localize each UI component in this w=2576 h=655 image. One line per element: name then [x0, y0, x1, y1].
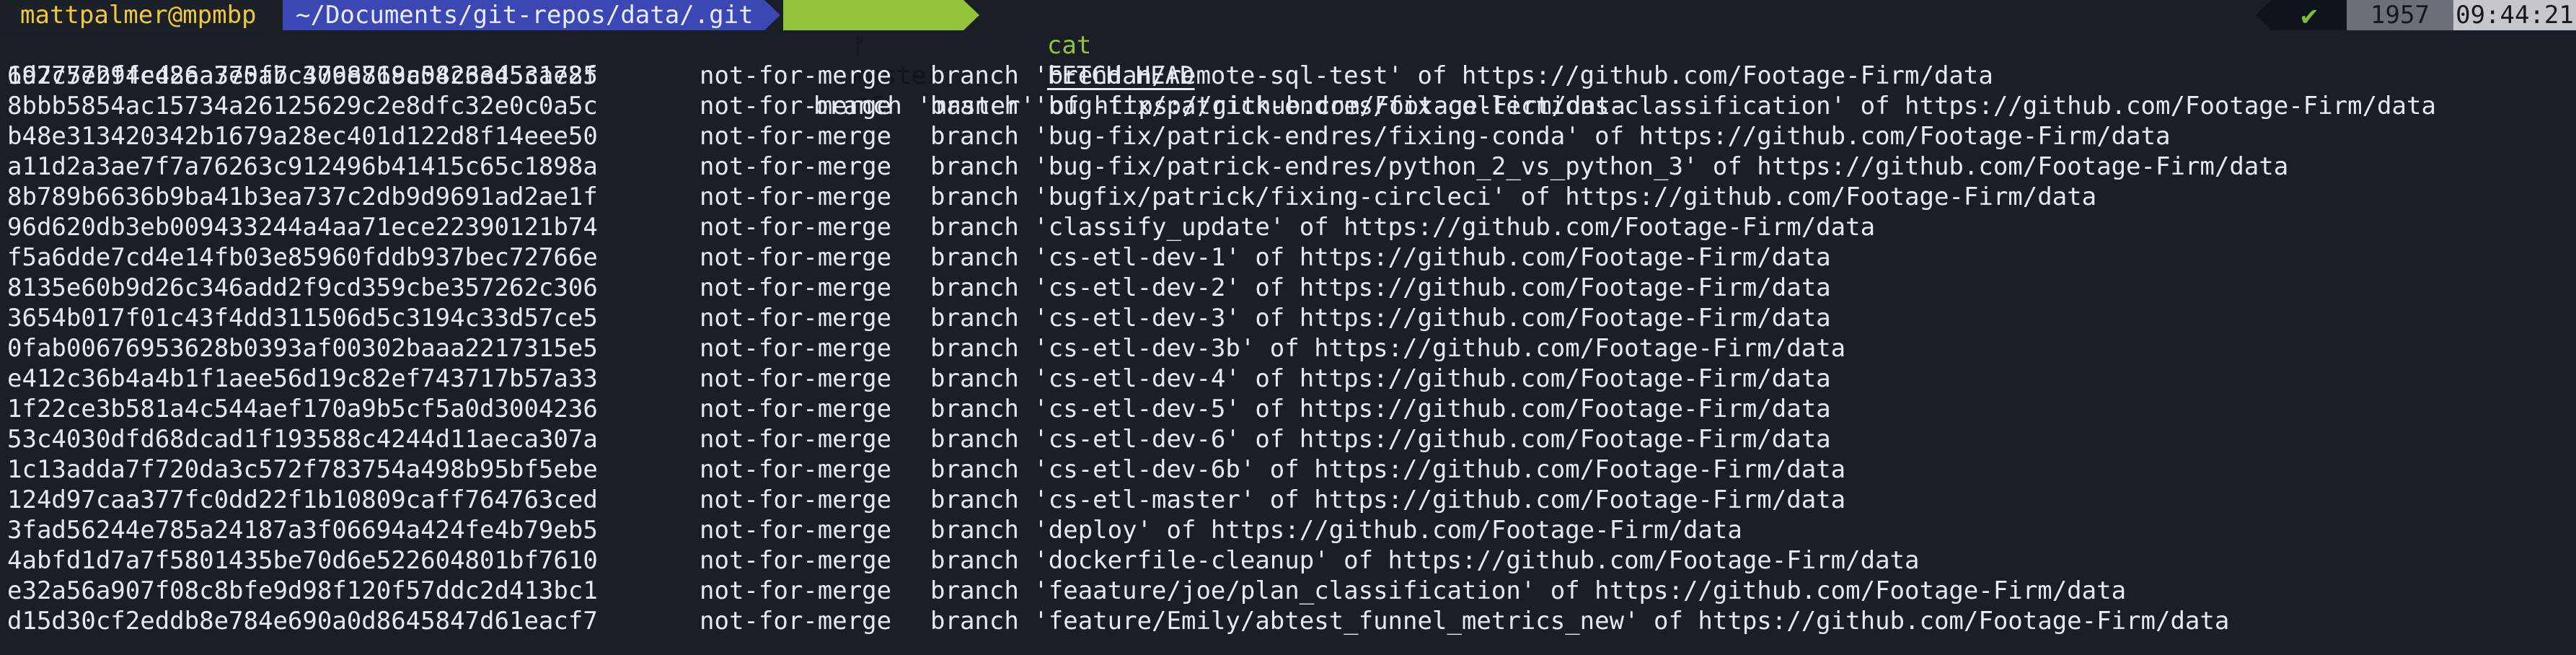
output-line: e32a56a907f08c8bfe9d98f120f57ddc2d413bc1…	[0, 576, 2576, 606]
branch-description: branch 'dockerfile-cleanup' of https://g…	[930, 546, 1920, 575]
output-line: 4abfd1d7a7f5801435be70d6e522604801bf7610…	[0, 545, 2576, 576]
commit-hash: 4abfd1d7a7f5801435be70d6e522604801bf7610	[7, 546, 598, 575]
output-line: b48e313420342b1679a28ec401d122d8f14eee50…	[0, 121, 2576, 151]
prompt-user-host: mattpalmer@mpmbp	[0, 0, 268, 30]
branch-description: branch 'cs-etl-dev-2' of https://github.…	[930, 273, 1831, 302]
exit-status-ok-icon: ✔	[2272, 0, 2347, 30]
merge-flag: not-for-merge	[700, 213, 892, 242]
output-line: 3654b017f01c43f4dd311506d5c3194c33d57ce5…	[0, 303, 2576, 333]
branch-description: branch 'brendan/remote-sql-test' of http…	[930, 61, 1993, 90]
branch-description: branch 'bug-fix/patrick-endres/fixing-co…	[930, 122, 2171, 151]
shell-prompt: mattpalmer@mpmbp ~/Documents/git-repos/d…	[0, 0, 2576, 120]
branch-description: branch 'bug-fix/patrick-endres/fix-colle…	[930, 92, 2436, 120]
prompt-separator-arrow	[764, 0, 780, 30]
branch-description: branch 'cs-etl-dev-6b' of https://github…	[930, 455, 1846, 484]
output-line: 0fab00676953628b0393af00302baaa2217315e5…	[0, 333, 2576, 364]
merge-flag: not-for-merge	[700, 243, 892, 272]
output-line: 697c77294ed26a770f7c479e718a08c3ed5c1725…	[0, 30, 2576, 120]
merge-flag: not-for-merge	[700, 607, 892, 636]
branch-description: branch 'bug-fix/patrick-endres/python_2_…	[930, 152, 2289, 181]
commit-hash: a11d2a3ae7f7a76263c912496b41415c65c1898a	[7, 152, 598, 181]
merge-flag: not-for-merge	[700, 61, 892, 90]
commit-hash: 8b789b6636b9ba41b3ea737c2db9d9691ad2ae1f	[7, 183, 598, 211]
prompt-separator-arrow	[963, 0, 979, 30]
branch-description: branch 'deploy' of https://github.com/Fo…	[930, 516, 1742, 545]
merge-flag: not-for-merge	[700, 364, 892, 393]
commit-hash: 0fab00676953628b0393af00302baaa2217315e5	[7, 334, 598, 363]
commit-hash: 124d97caa377fc0dd22f1b10809caff764763ced	[7, 485, 598, 514]
commit-hash: f5a6dde7cd4e14fb03e85960fddb937bec72766e	[7, 243, 598, 272]
branch-description: branch 'cs-etl-dev-5' of https://github.…	[930, 395, 1831, 423]
merge-flag: not-for-merge	[700, 304, 892, 333]
prompt-time: 09:44:21	[2453, 0, 2576, 30]
commit-hash: d15d30cf2eddb8e784e690a0d8645847d61eacf7	[7, 607, 598, 636]
commit-hash: 1f22ce3b581a4c544aef170a9b5cf5a0d3004236	[7, 395, 598, 423]
prompt-separator-arrow	[2256, 0, 2272, 30]
merge-flag: not-for-merge	[700, 576, 892, 605]
output-line: 8135e60b9d26c346add2f9cd359cbe357262c306…	[0, 273, 2576, 303]
branch-description: branch 'classify_update' of https://gith…	[930, 213, 1876, 242]
output-line: f5a6dde7cd4e14fb03e85960fddb937bec72766e…	[0, 242, 2576, 273]
merge-flag: not-for-merge	[700, 152, 892, 181]
branch-description: branch 'cs-etl-dev-4' of https://github.…	[930, 364, 1831, 393]
output-line: 96d620db3eb009433244a4aa71ece22390121b74…	[0, 212, 2576, 242]
prompt-separator-arrow	[268, 0, 283, 30]
branch-description: branch 'cs-etl-dev-1' of https://github.…	[930, 243, 1831, 272]
commit-hash: b48e313420342b1679a28ec401d122d8f14eee50	[7, 122, 598, 151]
output-line: 1d275ebffc48aa3e5abc3068869c54263453ae8f…	[0, 61, 2576, 91]
commit-hash: 8135e60b9d26c346add2f9cd359cbe357262c306	[7, 273, 598, 302]
prompt-current-path: ~/Documents/git-repos/data/.git	[283, 0, 764, 30]
output-line: 8b789b6636b9ba41b3ea737c2db9d9691ad2ae1f…	[0, 182, 2576, 212]
command-line[interactable]: cat FETCH_HEAD	[988, 0, 1195, 90]
branch-description: branch 'cs-etl-dev-3b' of https://github…	[930, 334, 1846, 363]
output-line: 3fad56244e785a24187a3f06694a424fe4b79eb5…	[0, 515, 2576, 545]
output-line: 1c13adda7f720da3c572f783754a498b95bf5ebe…	[0, 454, 2576, 485]
output-line: 8bbb5854ac15734a26125629c2e8dfc32e0c0a5c…	[0, 91, 2576, 121]
branch-description: branch 'bugfix/patrick/fixing-circleci' …	[930, 183, 2097, 211]
output-line: 124d97caa377fc0dd22f1b10809caff764763ced…	[0, 485, 2576, 515]
merge-flag: not-for-merge	[700, 334, 892, 363]
merge-flag: not-for-merge	[700, 395, 892, 423]
merge-flag: not-for-merge	[700, 485, 892, 514]
merge-flag: not-for-merge	[700, 516, 892, 545]
commit-hash: 3fad56244e785a24187a3f06694a424fe4b79eb5	[7, 516, 598, 545]
commit-hash: e412c36b4a4b1f1aee56d19c82ef743717b57a33	[7, 364, 598, 393]
merge-flag: not-for-merge	[700, 92, 892, 120]
prompt-git-status: ᚠ master ⏲5	[783, 0, 963, 120]
output-line: d15d30cf2eddb8e784e690a0d8645847d61eacf7…	[0, 606, 2576, 636]
merge-flag: not-for-merge	[700, 546, 892, 575]
commit-hash: 1d275ebffc48aa3e5abc3068869c54263453ae8f	[7, 61, 598, 90]
merge-flag: not-for-merge	[700, 183, 892, 211]
commit-hash: e32a56a907f08c8bfe9d98f120f57ddc2d413bc1	[7, 576, 598, 605]
terminal-output: 697c77294ed26a770f7c479e718a08c3ed5c1725…	[0, 30, 2576, 636]
output-line: a11d2a3ae7f7a76263c912496b41415c65c1898a…	[0, 151, 2576, 182]
branch-description: branch 'cs-etl-master' of https://github…	[930, 485, 1846, 514]
commit-hash: 3654b017f01c43f4dd311506d5c3194c33d57ce5	[7, 304, 598, 333]
merge-flag: not-for-merge	[700, 122, 892, 151]
branch-description: branch 'cs-etl-dev-3' of https://github.…	[930, 304, 1831, 333]
merge-flag: not-for-merge	[700, 273, 892, 302]
commit-hash: 1c13adda7f720da3c572f783754a498b95bf5ebe	[7, 455, 598, 484]
output-line: e412c36b4a4b1f1aee56d19c82ef743717b57a33…	[0, 364, 2576, 394]
commit-hash: 8bbb5854ac15734a26125629c2e8dfc32e0c0a5c	[7, 92, 598, 120]
branch-description: branch 'feature/Emily/abtest_funnel_metr…	[930, 607, 2230, 636]
branch-description: branch 'feaature/joe/plan_classification…	[930, 576, 2127, 605]
merge-flag: not-for-merge	[700, 455, 892, 484]
output-line: 1f22ce3b581a4c544aef170a9b5cf5a0d3004236…	[0, 394, 2576, 424]
output-line: 53c4030dfd68dcad1f193588c4244d11aeca307a…	[0, 424, 2576, 454]
merge-flag: not-for-merge	[700, 425, 892, 454]
commit-hash: 53c4030dfd68dcad1f193588c4244d11aeca307a	[7, 425, 598, 454]
history-number: 1957	[2347, 0, 2453, 30]
branch-description: branch 'cs-etl-dev-6' of https://github.…	[930, 425, 1831, 454]
commit-hash: 96d620db3eb009433244a4aa71ece22390121b74	[7, 213, 598, 242]
